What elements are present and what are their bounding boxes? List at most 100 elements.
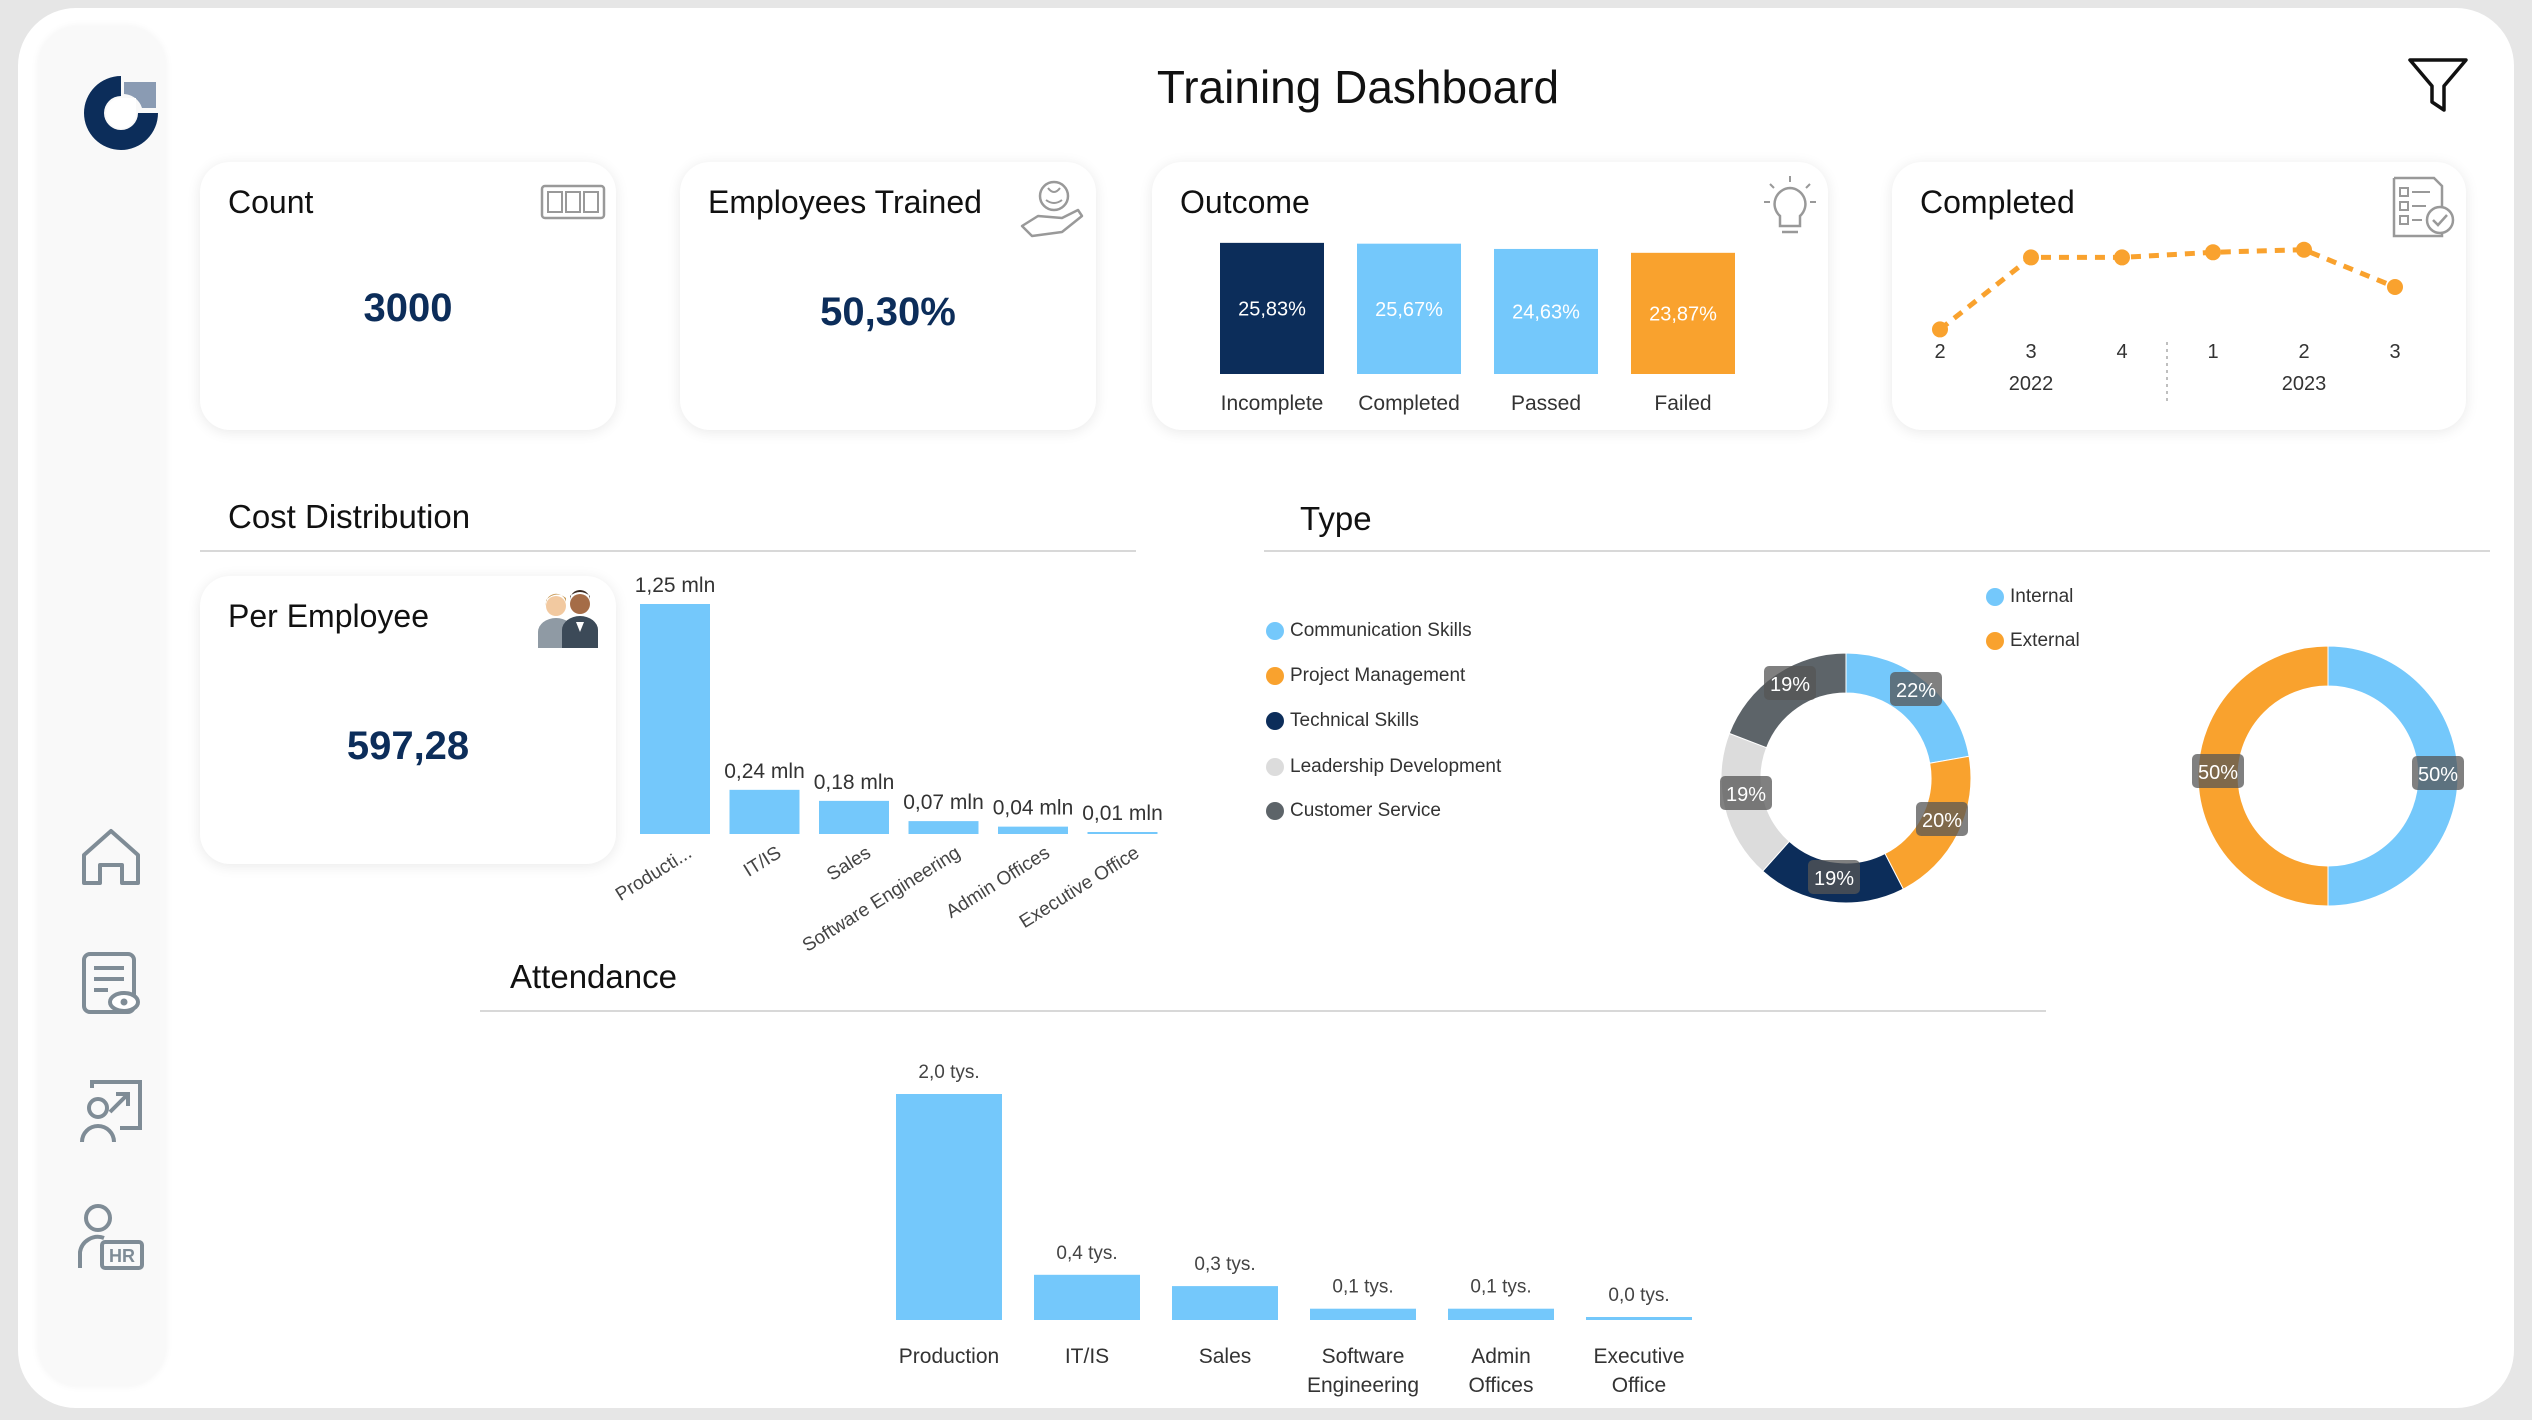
- lightbulb-icon: [1764, 176, 1816, 234]
- cost-bar: [908, 821, 979, 834]
- completed-chart: 2 3 4 1 2 3 2022 2023: [1932, 241, 2403, 402]
- attendance-chart: 2,0 tys. Production 0,4 tys. IT/IS 0,3 tys. S…: [896, 1062, 1692, 1397]
- attendance-bar: [1448, 1308, 1554, 1320]
- completed-x-tick: 4: [2116, 341, 2127, 363]
- completed-x-tick: 2: [1934, 341, 1945, 363]
- legend-swatch: [1266, 802, 1284, 820]
- cost-data-label: 0,24 mln: [724, 760, 805, 783]
- cost-bar: [998, 826, 1068, 834]
- cost-bar: [1087, 832, 1158, 834]
- type-donut-data-label: 19%: [1814, 868, 1854, 890]
- sidebar: HR: [38, 26, 166, 1386]
- legend-swatch: [1266, 758, 1284, 776]
- counter-icon: [540, 184, 606, 220]
- type-donut-data-label: 19%: [1726, 784, 1766, 806]
- completed-series-line: [1938, 247, 2396, 332]
- completed-x-tick: 3: [2389, 341, 2400, 363]
- location-donut-data-label: 50%: [2198, 762, 2238, 784]
- hr-icon[interactable]: HR: [76, 1202, 146, 1272]
- legend-label: External: [2010, 630, 2080, 651]
- type-legend-item[interactable]: Leadership Development: [1266, 756, 1501, 778]
- dashboard-frame: HR Training Dashboard Count 3000 Employe…: [18, 8, 2514, 1408]
- page-title: Training Dashboard: [1156, 61, 1560, 113]
- brain-hand-icon: [1020, 180, 1084, 238]
- cost-chart: 1,25 mln Producti... 0,24 mln IT/IS 0,18 mln…: [612, 574, 1163, 957]
- cost-category-label: Software Engineering: [799, 842, 964, 956]
- completed-x-tick: 3: [2025, 341, 2036, 363]
- report-icon[interactable]: [76, 948, 146, 1018]
- cost-section-title: Cost Distribution: [228, 498, 471, 535]
- completed-point: [2114, 249, 2130, 266]
- legend-label: Technical Skills: [1290, 710, 1419, 731]
- location-legend-item[interactable]: Internal: [1986, 586, 2073, 608]
- employees-trained-label: Employees Trained: [708, 184, 982, 220]
- outcome-data-label: 25,67%: [1375, 299, 1443, 321]
- type-legend-item[interactable]: Technical Skills: [1266, 710, 1419, 732]
- legend-swatch: [1266, 712, 1284, 730]
- outcome-label: Outcome: [1180, 184, 1310, 220]
- type-legend-item[interactable]: Project Management: [1266, 665, 1465, 687]
- svg-text:HR: HR: [109, 1246, 135, 1266]
- cost-category-label: Sales: [823, 842, 874, 885]
- attendance-bar: [1586, 1317, 1692, 1320]
- completed-year-label: 2022: [2009, 373, 2054, 395]
- type-donut-slice: [1845, 652, 1970, 764]
- user-growth-icon[interactable]: [76, 1076, 146, 1146]
- completed-point: [2205, 244, 2221, 261]
- attendance-category-label: Sales: [1199, 1345, 1252, 1368]
- cost-data-label: 0,01 mln: [1082, 802, 1163, 825]
- attendance-bar: [1310, 1308, 1416, 1320]
- attendance-category-label: Software: [1322, 1345, 1405, 1368]
- type-donut-data-label: 20%: [1922, 810, 1962, 832]
- attendance-bar: [1034, 1274, 1140, 1320]
- legend-swatch: [1986, 632, 2004, 650]
- attendance-category-label: Admin: [1471, 1345, 1531, 1368]
- attendance-data-label: 0,1 tys.: [1332, 1277, 1393, 1298]
- type-legend-item[interactable]: Communication Skills: [1266, 620, 1472, 642]
- type-donut-data-label: 19%: [1770, 674, 1810, 696]
- attendance-data-label: 0,4 tys.: [1056, 1243, 1117, 1264]
- company-logo[interactable]: [76, 68, 166, 158]
- filter-icon[interactable]: [2406, 56, 2470, 116]
- location-donut-chart: 50% 50%: [2192, 645, 2464, 907]
- employees-trained-value: 50,30%: [820, 290, 956, 334]
- attendance-section-rule: [480, 1010, 2046, 1012]
- home-icon[interactable]: [76, 821, 146, 891]
- attendance-data-label: 0,1 tys.: [1470, 1277, 1531, 1298]
- location-donut-data-label: 50%: [2418, 764, 2458, 786]
- location-legend-item[interactable]: External: [1986, 630, 2080, 652]
- legend-swatch: [1986, 588, 2004, 606]
- cost-category-label: IT/IS: [740, 842, 785, 881]
- cost-bar: [819, 800, 889, 834]
- type-section-title: Type: [1300, 500, 1372, 537]
- cost-data-label: 0,18 mln: [814, 771, 895, 794]
- per-employee-label: Per Employee: [228, 598, 429, 634]
- attendance-category-label: Office: [1612, 1374, 1666, 1397]
- cost-bar: [729, 789, 800, 834]
- attendance-category-label: Production: [899, 1345, 999, 1368]
- outcome-category-label: Completed: [1358, 392, 1460, 415]
- legend-label: Internal: [2010, 586, 2074, 607]
- cost-data-label: 0,04 mln: [993, 797, 1074, 820]
- legend-label: Project Management: [1290, 665, 1466, 686]
- legend-swatch: [1266, 622, 1284, 640]
- completed-year-label: 2023: [2282, 373, 2327, 395]
- count-value: 3000: [363, 286, 453, 330]
- cost-data-label: 1,25 mln: [635, 574, 716, 597]
- completed-x-tick: 1: [2207, 341, 2218, 363]
- per-employee-value: 597,28: [346, 724, 470, 768]
- type-section-rule: [1264, 550, 2490, 552]
- per-employee-card: Per Employee 597,28: [200, 576, 616, 864]
- legend-label: Communication Skills: [1290, 620, 1472, 641]
- completed-card: Completed 2 3 4 1 2 3 2022 2023: [1892, 162, 2466, 430]
- completed-label: Completed: [1920, 184, 2075, 220]
- attendance-category-label: Engineering: [1307, 1374, 1419, 1397]
- attendance-category-label: IT/IS: [1065, 1345, 1109, 1368]
- attendance-data-label: 0,0 tys.: [1608, 1285, 1669, 1306]
- outcome-category-label: Incomplete: [1221, 392, 1324, 415]
- legend-label: Leadership Development: [1290, 756, 1502, 777]
- type-legend-item[interactable]: Customer Service: [1266, 800, 1441, 822]
- outcome-chart: 25,83% Incomplete 25,67% Completed 24,63% Pas…: [1220, 242, 1735, 415]
- count-label: Count: [228, 184, 314, 220]
- completed-point: [2023, 249, 2039, 266]
